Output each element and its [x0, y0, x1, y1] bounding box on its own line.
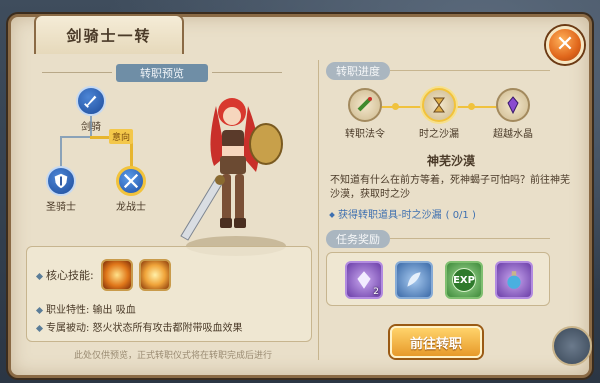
exp-icon: EXP [452, 268, 476, 292]
class-label-dragonwarrior: 龙战士 [116, 202, 146, 213]
reward-count: 2 [373, 287, 379, 297]
task-text: 获得转职道具-时之沙漏 [338, 210, 442, 221]
reward-item-feather[interactable] [395, 261, 433, 299]
bullet-icon [35, 306, 44, 314]
bullet-icon [329, 212, 335, 218]
character-preview [176, 86, 306, 256]
close-icon: ✕ [555, 32, 575, 57]
core-skill-label: 核心技能: [46, 269, 94, 282]
section-divider [318, 60, 319, 360]
progress-label: 时之沙漏 [419, 129, 459, 140]
progress-item-crystal[interactable]: 超越水晶 [478, 88, 548, 140]
class-node-dragonwarrior[interactable] [116, 166, 146, 196]
reward-item-exp[interactable]: EXP [445, 261, 483, 299]
tree-line [60, 136, 62, 168]
scroll-icon [357, 97, 372, 112]
hourglass-icon [433, 97, 445, 113]
progress-header: 转职进度 [326, 62, 550, 80]
preview-header: 转职预览 [42, 64, 282, 82]
character-figure [180, 98, 283, 241]
core-skill-row: 核心技能: [35, 259, 177, 291]
reward-item-crystal[interactable]: 2 [345, 261, 383, 299]
intent-badge: 意向 [109, 129, 134, 144]
preview-footnote: 此处仅供预览，正式转职仪式将在转职完成后进行 [74, 351, 273, 361]
class-label-paladin: 圣骑士 [46, 202, 76, 213]
shield-icon [54, 173, 68, 189]
reward-header: 任务奖励 [326, 230, 550, 248]
class-node-paladin[interactable] [46, 166, 76, 196]
potion-icon [507, 271, 521, 289]
progress-section: 转职进度 转职法令 时之沙漏 超越水晶 神芜沙漠 不知道有什么在前方等着，死神蝎… [326, 56, 576, 362]
crossed-swords-icon [123, 173, 139, 189]
skill-icon-flame-burst[interactable] [101, 259, 133, 291]
tree-line [60, 136, 92, 138]
skill-icon-explosion[interactable] [139, 259, 171, 291]
reward-box: 2 EXP [326, 252, 550, 306]
window-title: 剑骑士一转 [34, 14, 184, 54]
class-trait-text: 职业特性: 输出 吸血 [46, 305, 136, 316]
quill-corner-icon[interactable] [552, 326, 592, 366]
preview-section: 转职预览 剑骑 意向 圣骑士 龙战士 核心技能: 职业特性: 输出 吸血 专属被… [26, 56, 312, 362]
skill-info-box: 核心技能: 职业特性: 输出 吸血 专属被动: 怒火状态所有攻击都附带吸血效果 [26, 246, 312, 342]
go-job-change-button[interactable]: 前往转职 [390, 326, 482, 358]
passive-skill-text: 专属被动: 怒火状态所有攻击都附带吸血效果 [46, 323, 243, 334]
class-node-swordknight[interactable] [76, 86, 106, 116]
bullet-icon [35, 272, 44, 280]
crystal-icon [507, 96, 519, 115]
task-objective[interactable]: 获得转职道具-时之沙漏( 0/1 ) [329, 206, 476, 221]
bullet-icon [35, 324, 44, 332]
progress-label: 超越水晶 [493, 129, 533, 140]
progress-item-decree[interactable]: 转职法令 [330, 88, 400, 140]
location-title: 神芜沙漠 [426, 154, 475, 168]
progress-item-hourglass[interactable]: 时之沙漏 [404, 88, 474, 140]
location-description: 不知道有什么在前方等着，死神蝎子可怕吗？前往神芜沙漠，获取时之沙 [330, 175, 570, 200]
progress-label: 转职法令 [345, 129, 385, 140]
sword-icon [84, 95, 97, 108]
feather-icon [407, 272, 421, 287]
crystal-reward-icon [357, 271, 371, 289]
task-count: ( 0/1 ) [445, 210, 476, 221]
reward-item-potion[interactable] [495, 261, 533, 299]
